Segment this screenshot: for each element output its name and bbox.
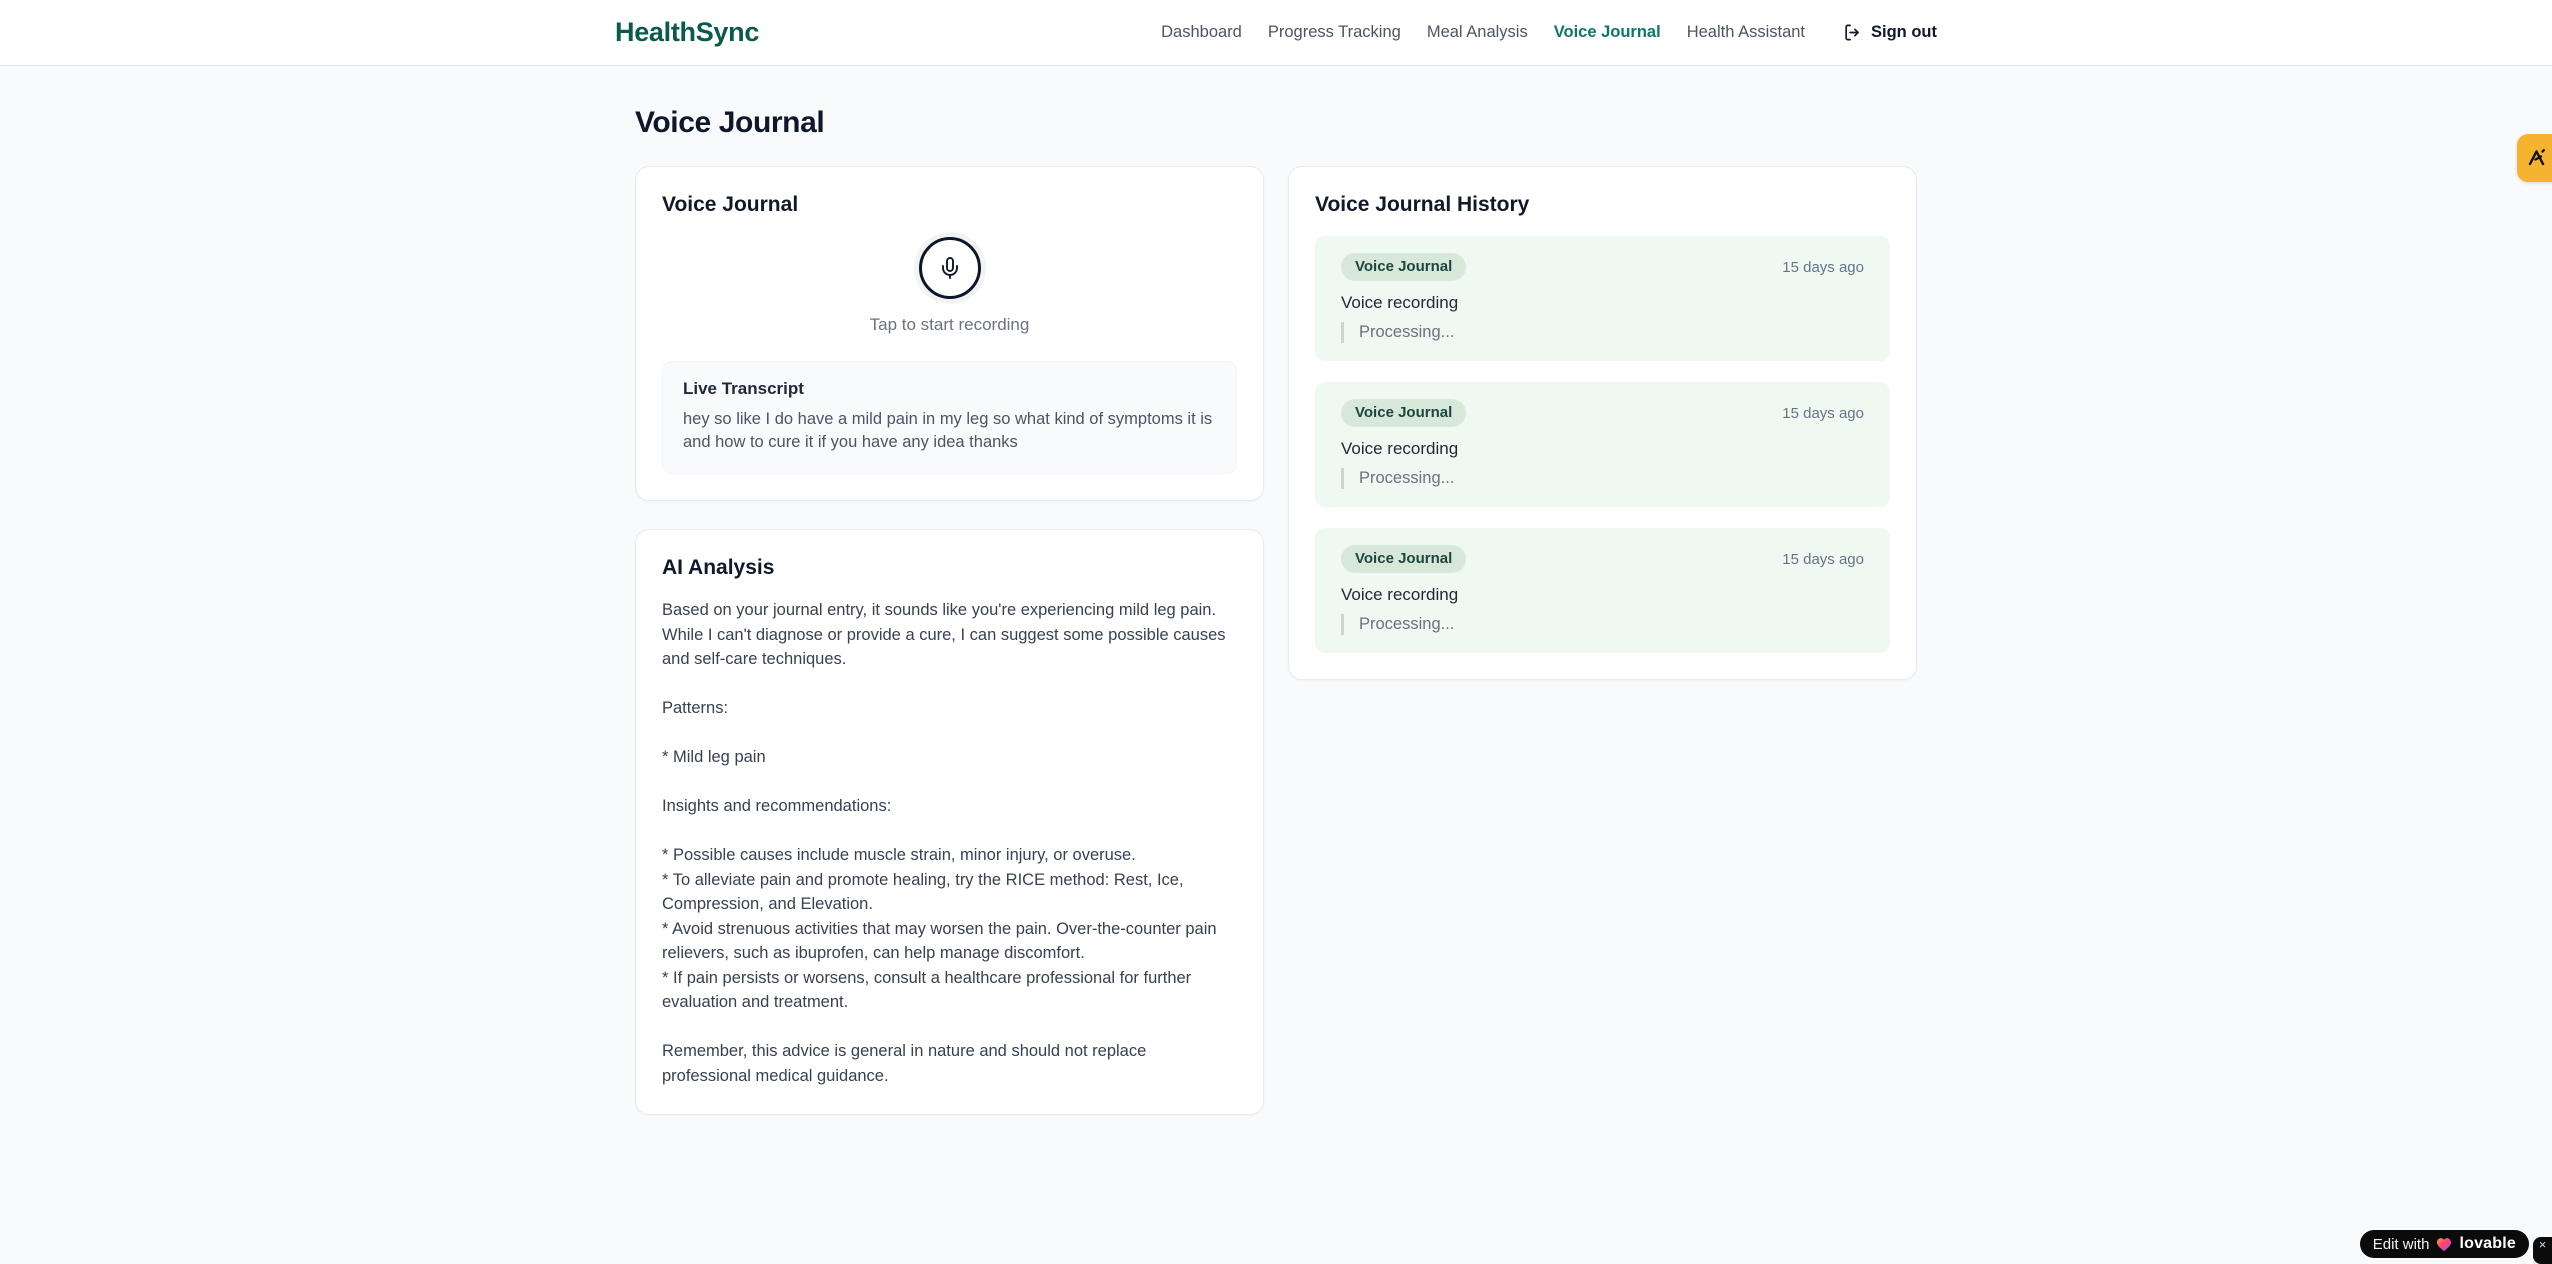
- history-entry-header: Voice Journal 15 days ago: [1341, 545, 1864, 573]
- edit-with-lovable-button[interactable]: Edit with lovable: [2359, 1230, 2529, 1258]
- entry-type-badge: Voice Journal: [1341, 399, 1467, 427]
- entry-timestamp: 15 days ago: [1782, 404, 1864, 422]
- entry-status: Processing...: [1341, 468, 1864, 489]
- live-transcript-text: hey so like I do have a mild pain in my …: [683, 410, 1213, 451]
- mic-icon: [938, 256, 962, 280]
- history-list: Voice Journal 15 days ago Voice recordin…: [1315, 236, 1890, 653]
- live-transcript-title: Live Transcript: [683, 379, 804, 398]
- ai-analysis-body: Based on your journal entry, it sounds l…: [662, 601, 1226, 1085]
- entry-type-badge: Voice Journal: [1341, 253, 1467, 281]
- ai-analysis-card: AI Analysis Based on your journal entry,…: [635, 529, 1264, 1115]
- page-title: Voice Journal: [635, 106, 825, 139]
- gradient-heart-icon: [2436, 1237, 2452, 1252]
- nav-item-progress-tracking[interactable]: Progress Tracking: [1268, 23, 1401, 42]
- nav-item-meal-analysis[interactable]: Meal Analysis: [1427, 23, 1528, 42]
- nav-item-health-assistant[interactable]: Health Assistant: [1687, 23, 1805, 42]
- entry-timestamp: 15 days ago: [1782, 550, 1864, 568]
- log-out-icon: [1843, 23, 1862, 42]
- lovable-badge-group: Edit with lovable ×: [2359, 1230, 2552, 1264]
- history-entry: Voice Journal 15 days ago Voice recordin…: [1315, 382, 1890, 507]
- lovable-close-button[interactable]: ×: [2533, 1237, 2552, 1264]
- extension-a-logo-icon: [2526, 147, 2548, 169]
- nav-item-voice-journal[interactable]: Voice Journal: [1554, 23, 1661, 42]
- entry-timestamp: 15 days ago: [1782, 258, 1864, 276]
- voice-recorder-card: Voice Journal Tap to start recording Liv…: [635, 166, 1264, 501]
- entry-status: Processing...: [1341, 614, 1864, 635]
- ai-analysis-title: AI Analysis: [662, 556, 775, 579]
- voice-journal-history-card: Voice Journal History Voice Journal 15 d…: [1288, 166, 1917, 680]
- recorder-card-title: Voice Journal: [662, 193, 799, 216]
- top-navigation-inner: HealthSync Dashboard Progress Tracking M…: [615, 0, 1937, 65]
- left-column: Voice Journal Tap to start recording Liv…: [635, 166, 1264, 1115]
- history-entry-header: Voice Journal 15 days ago: [1341, 399, 1864, 427]
- entry-status: Processing...: [1341, 322, 1864, 343]
- entry-label: Voice recording: [1341, 585, 1459, 604]
- entry-type-badge: Voice Journal: [1341, 545, 1467, 573]
- right-column: Voice Journal History Voice Journal 15 d…: [1288, 166, 1917, 680]
- entry-label: Voice recording: [1341, 293, 1459, 312]
- history-card-title: Voice Journal History: [1315, 193, 1530, 216]
- content-grid: Voice Journal Tap to start recording Liv…: [635, 166, 1917, 1115]
- browser-extension-tab[interactable]: [2517, 134, 2552, 182]
- history-entry: Voice Journal 15 days ago Voice recordin…: [1315, 528, 1890, 653]
- sign-out-button[interactable]: Sign out: [1843, 23, 1937, 42]
- app-logo[interactable]: HealthSync: [615, 17, 759, 48]
- edit-with-label: Edit with: [2372, 1235, 2430, 1253]
- tap-to-record-hint: Tap to start recording: [869, 315, 1030, 334]
- entry-label: Voice recording: [1341, 439, 1459, 458]
- history-entry: Voice Journal 15 days ago Voice recordin…: [1315, 236, 1890, 361]
- main-nav: Dashboard Progress Tracking Meal Analysi…: [1161, 23, 1937, 42]
- sign-out-label: Sign out: [1871, 23, 1937, 41]
- nav-item-dashboard[interactable]: Dashboard: [1161, 23, 1242, 42]
- history-entry-header: Voice Journal 15 days ago: [1341, 253, 1864, 281]
- recorder-area: Tap to start recording: [662, 237, 1237, 335]
- main-content: Voice Journal Voice Journal Tap to start…: [635, 66, 1917, 1115]
- lovable-brand-label: lovable: [2459, 1235, 2516, 1252]
- record-button[interactable]: [918, 237, 981, 299]
- top-navigation-bar: HealthSync Dashboard Progress Tracking M…: [0, 0, 2552, 66]
- live-transcript-box: Live Transcript hey so like I do have a …: [662, 361, 1237, 474]
